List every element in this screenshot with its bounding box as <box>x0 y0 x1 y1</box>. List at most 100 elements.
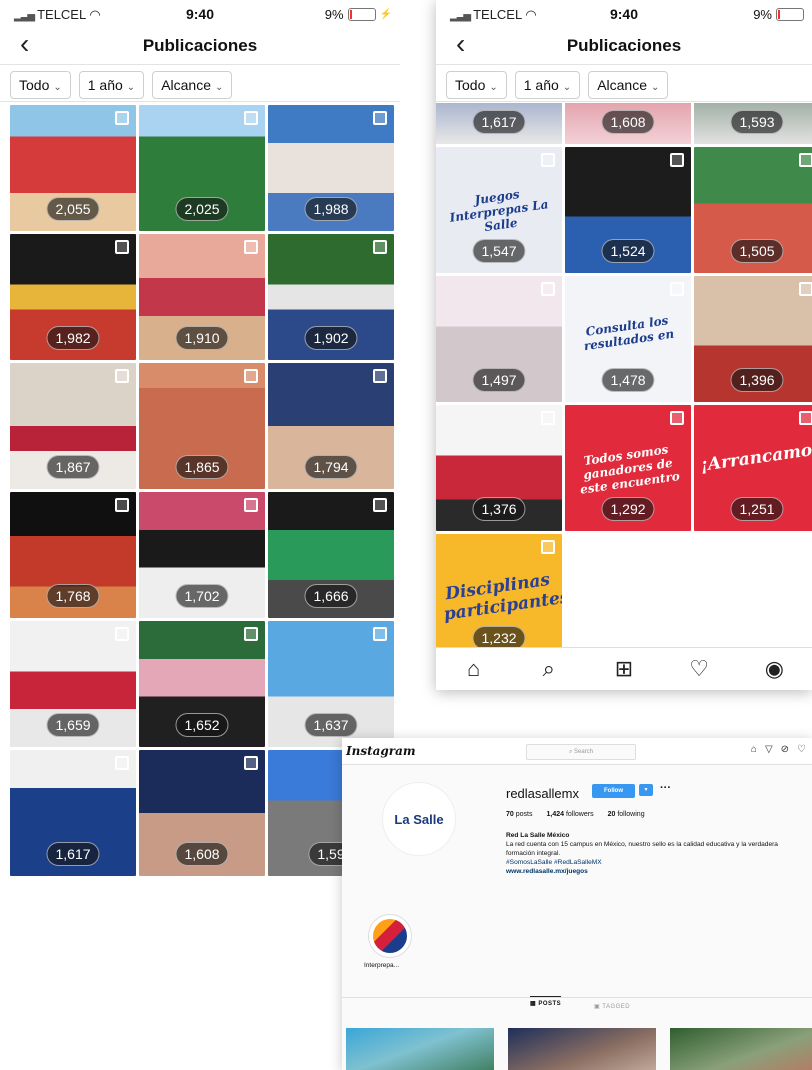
tab-tagged[interactable]: ▣ TAGGED <box>594 1003 630 1010</box>
posts-stat[interactable]: 70 posts <box>506 811 532 818</box>
multiple-media-icon <box>670 153 684 167</box>
tabs-divider <box>342 997 812 998</box>
filter-bar: Todo ⌄ 1 año ⌄ Alcance ⌄ <box>0 64 400 102</box>
multiple-media-icon <box>670 411 684 425</box>
reach-count-badge: 1,794 <box>304 455 358 479</box>
post-thumbnail[interactable]: 1,666 <box>268 492 394 618</box>
nav-bar: ‹ Publicaciones <box>0 28 400 62</box>
filter-period[interactable]: 1 año ⌄ <box>78 71 145 99</box>
web-post-thumbnail[interactable] <box>508 1028 656 1070</box>
filter-metric[interactable]: Alcance ⌄ <box>152 71 233 99</box>
post-thumbnail[interactable]: 1,910 <box>139 234 265 360</box>
multiple-media-icon <box>541 540 555 554</box>
post-thumbnail[interactable]: 1,497 <box>436 276 562 402</box>
bio-link[interactable]: www.redlasalle.mx/juegos <box>506 867 806 876</box>
heart-icon[interactable]: ♡ <box>684 656 714 682</box>
post-thumbnail[interactable]: Todos somos ganadores de este encuentro 1… <box>565 405 691 531</box>
instagram-logo[interactable]: Instagram <box>346 744 416 758</box>
bottom-tab-bar: ⌂ ⌕ ⊞ ♡ ◉ <box>436 647 812 690</box>
more-options-icon[interactable]: ··· <box>660 782 671 794</box>
post-thumbnail[interactable]: 1,396 <box>694 276 812 402</box>
heart-icon[interactable]: ♡ <box>797 744 806 755</box>
post-thumbnail[interactable]: 1,524 <box>565 147 691 273</box>
multiple-media-icon <box>373 369 387 383</box>
post-thumbnail[interactable]: 1,988 <box>268 105 394 231</box>
profile-icon[interactable]: ◉ <box>759 656 789 682</box>
poster-text: Disciplinas participantes <box>442 569 562 625</box>
followers-stat[interactable]: 1,424 followers <box>546 811 593 818</box>
post-thumbnail[interactable]: Juegos Interprepas La Salle 1,547 <box>436 147 562 273</box>
multiple-media-icon <box>115 240 129 254</box>
post-thumbnail[interactable]: Disciplinas participantes 1,232 <box>436 534 562 660</box>
post-thumbnail[interactable]: 1,982 <box>10 234 136 360</box>
home-icon[interactable]: ⌂ <box>751 744 757 755</box>
right-phone-screen: ▂▃▅ TELCEL ◠ 9:40 9% ‹ Publicaciones Todo… <box>436 0 812 690</box>
profile-avatar: La Salle <box>382 782 456 856</box>
post-thumbnail[interactable]: ¡Arrancamos! 1,251 <box>694 405 812 531</box>
multiple-media-icon <box>373 627 387 641</box>
post-thumbnail[interactable]: 2,025 <box>139 105 265 231</box>
post-thumbnail[interactable]: 1,702 <box>139 492 265 618</box>
suggestions-button[interactable]: ▾ <box>639 784 653 796</box>
filter-period[interactable]: 1 año ⌄ <box>514 71 581 99</box>
filter-type[interactable]: Todo ⌄ <box>10 71 71 99</box>
post-thumbnail[interactable]: 1,652 <box>139 621 265 747</box>
bio-hashtags[interactable]: #SomosLaSalle #RedLaSalleMX <box>506 858 806 867</box>
reach-count-badge: 1,659 <box>46 713 100 737</box>
search-input[interactable]: ⌕ Search <box>526 744 636 760</box>
posts-label: posts <box>515 811 533 818</box>
filter-metric-label: Alcance <box>161 77 211 93</box>
direct-icon[interactable]: ▽ <box>765 744 773 755</box>
posts-grid: 2,055 2,025 1,988 1,982 1,910 1,902 1,867 1,865… <box>10 105 394 876</box>
post-thumbnail[interactable]: 1,659 <box>10 621 136 747</box>
web-post-thumbnail[interactable] <box>670 1028 812 1070</box>
post-thumbnail[interactable]: 1,608 <box>139 750 265 876</box>
chevron-down-icon: ⌄ <box>489 82 498 93</box>
post-thumbnail[interactable]: 1,768 <box>10 492 136 618</box>
reach-count-badge: 1,593 <box>730 110 784 134</box>
web-post-thumbnail[interactable] <box>346 1028 494 1070</box>
story-highlight[interactable] <box>368 914 412 958</box>
reach-count-badge: 1,478 <box>601 368 655 392</box>
reach-count-badge: 1,608 <box>175 842 229 866</box>
filter-period-label: 1 año <box>87 77 123 93</box>
filter-type-label: Todo <box>455 77 486 93</box>
explore-icon[interactable]: ⊘ <box>781 744 789 755</box>
following-stat[interactable]: 20 following <box>608 811 645 818</box>
tab-posts[interactable]: ▦ POSTS <box>530 996 562 1007</box>
battery-percent: 9% <box>753 7 772 22</box>
search-icon[interactable]: ⌕ <box>534 656 564 682</box>
filter-metric-label: Alcance <box>597 77 647 93</box>
home-icon[interactable]: ⌂ <box>459 656 489 682</box>
post-thumbnail[interactable]: 1,867 <box>10 363 136 489</box>
post-thumbnail[interactable]: 1,637 <box>268 621 394 747</box>
reach-count-badge: 1,292 <box>601 497 655 521</box>
filter-metric[interactable]: Alcance ⌄ <box>588 71 669 99</box>
reach-count-badge: 1,505 <box>730 239 784 263</box>
poster-text: Consulta los resultados en <box>582 313 676 354</box>
post-thumbnail[interactable]: 1,376 <box>436 405 562 531</box>
reach-count-badge: 1,637 <box>304 713 358 737</box>
nav-bar: ‹ Publicaciones <box>436 28 812 62</box>
followers-count: 1,424 <box>546 811 565 818</box>
add-post-icon[interactable]: ⊞ <box>609 656 639 682</box>
multiple-media-icon <box>799 282 812 296</box>
follow-button[interactable]: Follow <box>592 784 635 798</box>
post-thumbnail[interactable]: 1,902 <box>268 234 394 360</box>
post-thumbnail[interactable]: 1,865 <box>139 363 265 489</box>
filter-bar: Todo ⌄ 1 año ⌄ Alcance ⌄ <box>436 64 812 102</box>
filter-period-label: 1 año <box>523 77 559 93</box>
reach-count-badge: 1,902 <box>304 326 358 350</box>
post-thumbnail[interactable]: 1,617 <box>10 750 136 876</box>
filter-type[interactable]: Todo ⌄ <box>446 71 507 99</box>
reach-count-badge: 1,768 <box>46 584 100 608</box>
post-thumbnail[interactable]: 1,505 <box>694 147 812 273</box>
post-thumbnail[interactable]: 2,055 <box>10 105 136 231</box>
highlight-cover <box>373 919 407 953</box>
chevron-down-icon: ⌄ <box>53 82 62 93</box>
reach-count-badge: 2,055 <box>46 197 100 221</box>
post-thumbnail[interactable]: Consulta los resultados en 1,478 <box>565 276 691 402</box>
battery-percent: 9% <box>324 7 344 22</box>
profile-bio: Red La Salle México La red cuenta con 15… <box>506 831 806 876</box>
post-thumbnail[interactable]: 1,794 <box>268 363 394 489</box>
